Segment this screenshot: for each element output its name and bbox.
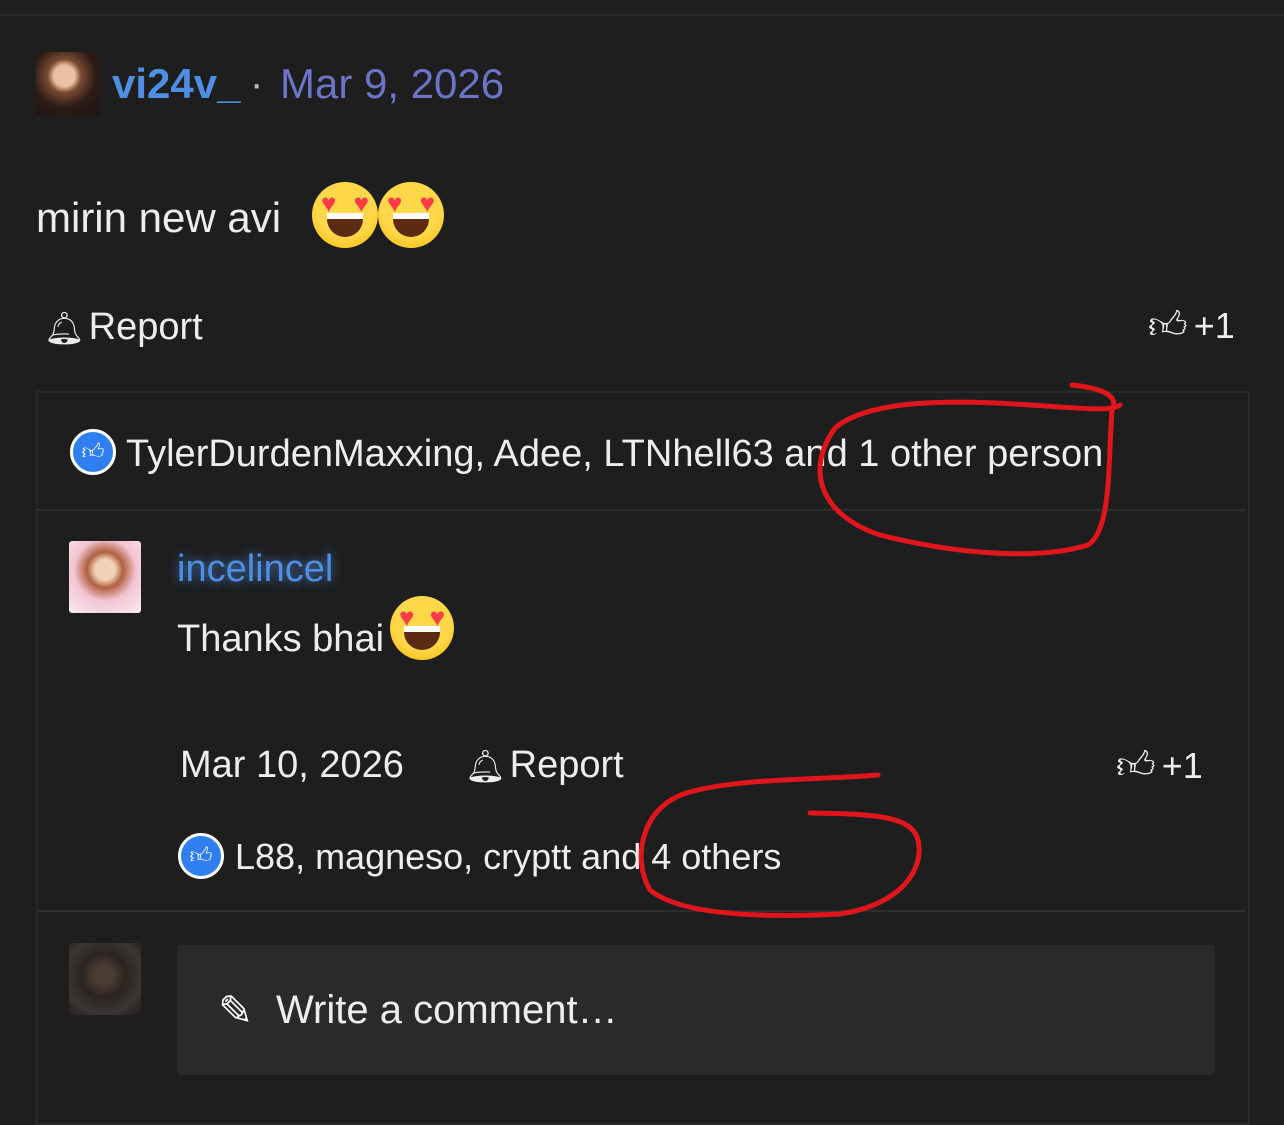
report-button[interactable]: 🔔︎ Report bbox=[44, 306, 203, 349]
reaction-count: +1 bbox=[1193, 305, 1235, 346]
like-badge-icon: 👍︎ bbox=[178, 833, 224, 879]
bell-icon: 🔔︎ bbox=[465, 748, 506, 784]
thumbs-up-icon: 👍︎ bbox=[1148, 305, 1188, 347]
reply-likers-list[interactable]: L88, magneso, cryptt and 4 others bbox=[235, 836, 781, 878]
post-username[interactable]: vi24v_ bbox=[112, 60, 240, 108]
reply-report-button[interactable]: 🔔︎ Report bbox=[465, 744, 624, 787]
thumbs-up-icon: 👍︎ bbox=[1116, 745, 1156, 787]
reply-username[interactable]: incelincel bbox=[177, 548, 333, 591]
heart-eyes-emoji-icon bbox=[378, 182, 444, 248]
post-date[interactable]: Mar 9, 2026 bbox=[280, 60, 504, 108]
heart-eyes-emoji-icon bbox=[312, 182, 378, 248]
post-text: mirin new avi bbox=[36, 194, 282, 241]
top-divider bbox=[0, 14, 1284, 16]
separator-dot: · bbox=[250, 62, 264, 106]
reply-text: Thanks bhai bbox=[177, 618, 385, 660]
comment-placeholder[interactable]: Write a comment… bbox=[276, 988, 618, 1033]
reply-avatar[interactable] bbox=[69, 541, 141, 613]
avatar[interactable] bbox=[36, 52, 99, 115]
reply-reaction-count: +1 bbox=[1161, 745, 1203, 786]
report-label: Report bbox=[88, 306, 203, 348]
current-user-avatar bbox=[69, 943, 141, 1015]
pencil-icon: ✎ bbox=[218, 987, 254, 1034]
like-button[interactable]: 👍︎ +1 bbox=[1148, 304, 1235, 349]
heart-eyes-emoji-icon bbox=[390, 596, 454, 660]
reply-like-button[interactable]: 👍︎ +1 bbox=[1116, 744, 1203, 789]
reply-date[interactable]: Mar 10, 2026 bbox=[180, 744, 404, 787]
bell-icon: 🔔︎ bbox=[44, 310, 85, 346]
report-label: Report bbox=[509, 744, 624, 786]
like-badge-icon: 👍︎ bbox=[70, 429, 116, 475]
likers-list[interactable]: TylerDurdenMaxxing, Adee, LTNhell63 and … bbox=[126, 433, 1103, 476]
divider bbox=[38, 910, 1246, 912]
